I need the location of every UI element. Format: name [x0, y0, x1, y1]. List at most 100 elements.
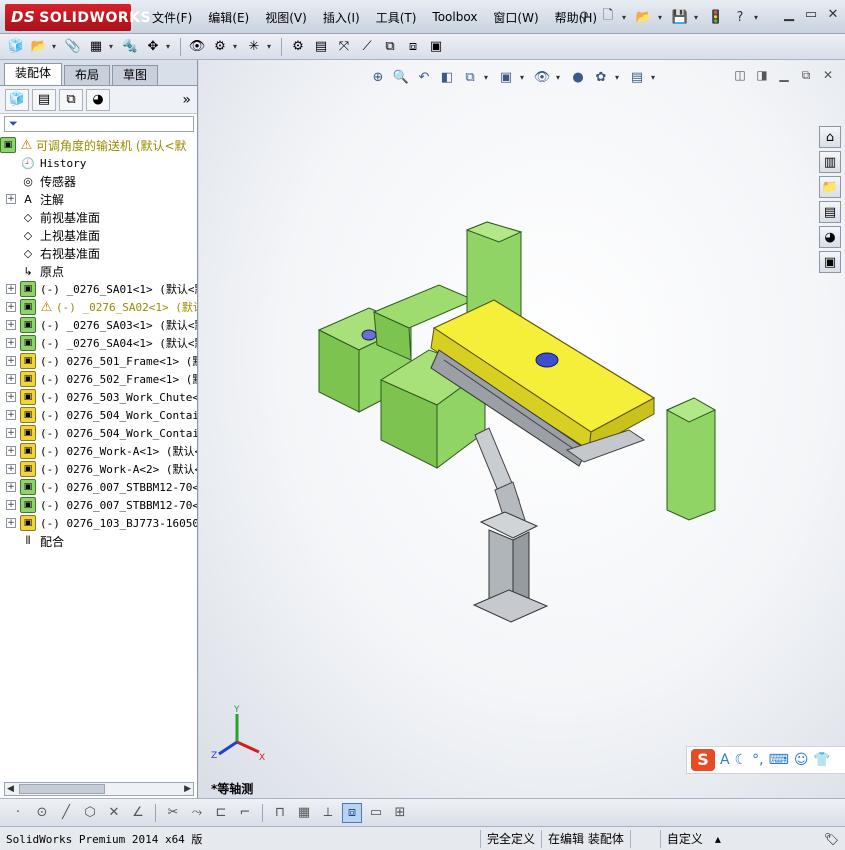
design-library-icon[interactable]: ▥ [819, 151, 841, 173]
apply-scene-icon[interactable]: ✿ [592, 68, 610, 86]
tree-item[interactable]: + ▣ (-) 0276_007_STBBM12-70<1 [0, 478, 197, 496]
tree-item[interactable]: ◎ 传感器 [0, 172, 197, 190]
expand-toggle-icon[interactable]: + [6, 428, 16, 438]
pattern-dropdown-icon[interactable]: ▾ [109, 42, 117, 51]
tree-item[interactable]: + ▣ (-) _0276_SA01<1> (默认<默 [0, 280, 197, 298]
display-style-icon[interactable]: ▣ [497, 68, 515, 86]
tree-item[interactable]: ◇ 前视基准面 [0, 208, 197, 226]
expand-toggle-icon[interactable]: + [6, 338, 16, 348]
smart-fasteners-icon[interactable]: 🔩 [120, 37, 140, 57]
tab-assembly[interactable]: 装配体 [4, 63, 63, 85]
new-dropdown-icon[interactable]: ▾ [622, 13, 630, 22]
section-view-icon[interactable]: ◧ [438, 68, 456, 86]
horizontal-scrollbar[interactable]: ◀ ▶ [4, 782, 194, 796]
mate-icon[interactable]: 📎 [63, 37, 83, 57]
hide-show-items-icon[interactable]: 👁 [533, 68, 551, 86]
filter-icon[interactable]: ⏷ [9, 117, 18, 131]
tree-item[interactable]: + ▣ ⚠ (-) _0276_SA02<1> (默认 [0, 298, 197, 316]
zoom-to-fit-icon[interactable]: ⊕ [369, 68, 387, 86]
move-component-icon[interactable]: ✥ [143, 37, 163, 57]
tree-item[interactable]: + ▣ (-) 0276_103_BJ773-16050N [0, 514, 197, 532]
instant3d-icon[interactable]: ▣ [426, 37, 446, 57]
angle-icon[interactable]: ∠ [128, 803, 148, 823]
split-vertical-icon[interactable]: ◨ [755, 68, 769, 84]
solidworks-resources-icon[interactable]: ⌂ [819, 126, 841, 148]
expand-toggle-icon[interactable]: + [6, 194, 16, 204]
split-horizontal-icon[interactable]: ◫ [733, 68, 747, 84]
menu-tools[interactable]: 工具(T) [368, 9, 425, 26]
tab-layout[interactable]: 布局 [64, 65, 111, 85]
tree-item[interactable]: + ▣ (-) 0276_Work-A<1> (默认< [0, 442, 197, 460]
viewport-close-icon[interactable]: ✕ [821, 68, 835, 84]
expand-toggle-icon[interactable]: + [6, 518, 16, 528]
reference-geometry-icon[interactable]: ✳ [244, 37, 264, 57]
ime-punctuation-icon[interactable]: °, [752, 752, 763, 768]
tree-item[interactable]: + ▣ (-) 0276_502_Frame<1> (默 [0, 370, 197, 388]
plane-view-icon[interactable]: ⟂ [318, 803, 338, 823]
conveyor-assembly-model[interactable] [299, 200, 719, 640]
explode-line-sketch-icon[interactable]: ⟋ [357, 37, 377, 57]
expand-panel-icon[interactable]: » [182, 92, 191, 108]
orientation-dropdown-icon[interactable]: ▾ [484, 73, 492, 82]
expand-toggle-icon[interactable]: + [6, 356, 16, 366]
extend-icon[interactable]: ⤳ [187, 803, 207, 823]
tree-item[interactable]: 🕘 History [0, 154, 197, 172]
tree-item[interactable]: + ▣ (-) _0276_SA03<1> (默认<默 [0, 316, 197, 334]
graphics-area[interactable]: ⊕ 🔍 ↶ ◧ ⧉ ▾ ▣ ▾ 👁 ▾ ● ✿ ▾ ▤ ▾ ◫ ◨ ▁ ⧉ ✕ ⌂ ▥ 📁… [199, 60, 845, 798]
display-style-dropdown-icon[interactable]: ▾ [520, 73, 528, 82]
tree-item[interactable]: ⫴ 配合 [0, 532, 197, 550]
viewport-restore-icon[interactable]: ⧉ [799, 68, 813, 84]
scene-dropdown-icon[interactable]: ▾ [615, 73, 623, 82]
status-units[interactable]: 自定义 [659, 829, 709, 848]
scroll-left-icon[interactable]: ◀ [7, 783, 14, 795]
four-view-icon[interactable]: ⊞ [390, 803, 410, 823]
component-pattern-icon[interactable]: ▦ [86, 37, 106, 57]
expand-toggle-icon[interactable]: + [6, 302, 16, 312]
expand-toggle-icon[interactable]: + [6, 446, 16, 456]
expand-toggle-icon[interactable]: + [6, 410, 16, 420]
menu-view[interactable]: 视图(V) [257, 9, 315, 26]
expand-toggle-icon[interactable]: + [6, 374, 16, 384]
expand-toggle-icon[interactable]: + [6, 284, 16, 294]
isometric-view-icon[interactable]: ⧈ [342, 802, 362, 823]
features-dropdown-icon[interactable]: ▾ [233, 42, 241, 51]
assembly-features-icon[interactable]: ⚙ [210, 37, 230, 57]
offset-icon[interactable]: ⊏ [211, 803, 231, 823]
solidworks-logo[interactable]: DS SOLIDWORKS [5, 4, 151, 31]
tree-item[interactable]: ◇ 右视基准面 [0, 244, 197, 262]
maximize-icon[interactable]: ▭ [803, 6, 819, 24]
menu-file[interactable]: 文件(F) [144, 9, 200, 26]
property-manager-icon[interactable]: ▤ [32, 88, 56, 111]
expand-toggle-icon[interactable]: + [6, 320, 16, 330]
tree-item[interactable]: + ▣ (-) 0276_Work-A<2> (默认< [0, 460, 197, 478]
ime-skin-icon[interactable]: 👕 [813, 752, 830, 768]
edit-component-icon[interactable]: 🧊 [6, 37, 26, 57]
units-up-icon[interactable]: ▴ [709, 830, 727, 848]
scroll-right-icon[interactable]: ▶ [184, 783, 191, 795]
ime-user-icon[interactable]: ☺ [794, 752, 809, 768]
cross-icon[interactable]: ✕ [104, 803, 124, 823]
display-manager-icon[interactable]: ◕ [86, 88, 110, 111]
rebuild-tag-icon[interactable]: 🏷 [818, 830, 845, 848]
exploded-view-icon[interactable]: ⤧ [334, 37, 354, 57]
single-view-icon[interactable]: ▭ [366, 803, 386, 823]
menu-window[interactable]: 窗口(W) [485, 9, 546, 26]
expand-toggle-icon[interactable]: + [6, 500, 16, 510]
polygon-icon[interactable]: ⬡ [80, 803, 100, 823]
save-icon[interactable]: 💾 [670, 7, 690, 27]
tab-sketch[interactable]: 草图 [112, 65, 159, 85]
tree-item[interactable]: ▣ ⚠ 可调角度的输送机 (默认<默 [0, 136, 197, 154]
viewport-minimize-icon[interactable]: ▁ [777, 68, 791, 84]
expand-toggle-icon[interactable]: + [6, 464, 16, 474]
line-icon[interactable]: ╱ [56, 803, 76, 823]
tree-item[interactable]: + ▣ (-) _0276_SA04<1> (默认<默 [0, 334, 197, 352]
tree-item[interactable]: + ▣ (-) 0276_504_Work_Contain [0, 424, 197, 442]
new-motion-study-icon[interactable]: ⚙ [288, 37, 308, 57]
view-palette-icon[interactable]: ▤ [819, 201, 841, 223]
view-settings-icon[interactable]: ▤ [628, 68, 646, 86]
feature-manager-icon[interactable]: 🧊 [5, 88, 29, 111]
view-orientation-icon[interactable]: ⧉ [461, 68, 479, 86]
show-hidden-icon[interactable]: 👁 [187, 37, 207, 57]
bill-of-materials-icon[interactable]: ▤ [311, 37, 331, 57]
tree-item[interactable]: ↳ 原点 [0, 262, 197, 280]
